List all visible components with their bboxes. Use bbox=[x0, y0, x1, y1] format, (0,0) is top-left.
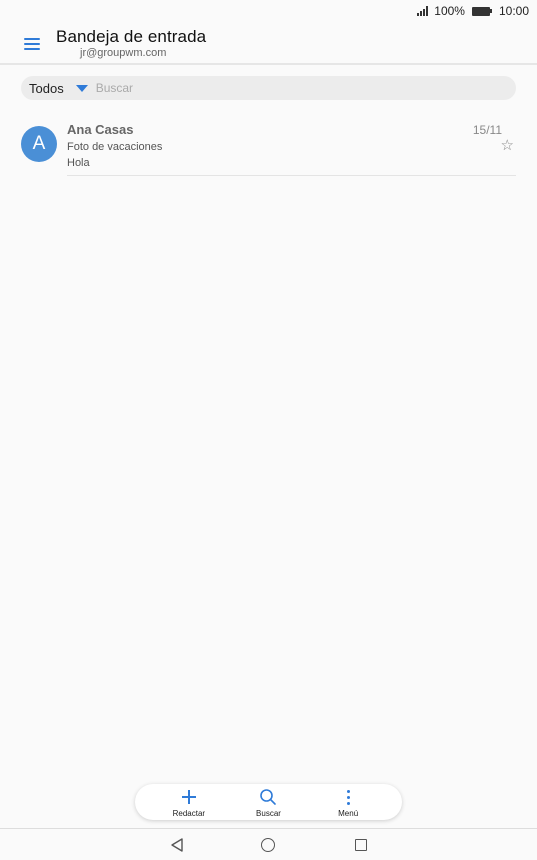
sender-name: Ana Casas bbox=[67, 122, 134, 137]
filter-label: Todos bbox=[29, 80, 64, 96]
back-icon[interactable] bbox=[170, 838, 184, 852]
search-button[interactable]: Buscar bbox=[236, 786, 300, 818]
star-outline-icon[interactable]: ☆ bbox=[501, 138, 514, 153]
avatar: A bbox=[21, 126, 57, 162]
caret-down-icon bbox=[75, 84, 88, 92]
app-header: Bandeja de entrada jr@groupwm.com bbox=[0, 24, 537, 64]
home-icon[interactable] bbox=[261, 838, 275, 852]
message-preview: Hola bbox=[67, 157, 90, 169]
more-vertical-icon bbox=[346, 789, 350, 805]
message-subject: Foto de vacaciones bbox=[67, 141, 163, 153]
search-input[interactable]: Buscar bbox=[96, 81, 133, 95]
search-label: Buscar bbox=[256, 809, 281, 818]
filter-search-bar: Todos Buscar bbox=[21, 76, 516, 100]
header-divider bbox=[0, 63, 537, 65]
status-bar: 100% 10:00 bbox=[0, 0, 537, 22]
battery-icon bbox=[471, 6, 492, 16]
menu-button[interactable]: Menú bbox=[316, 786, 380, 818]
compose-label: Redactar bbox=[172, 809, 206, 818]
recent-apps-icon[interactable] bbox=[355, 839, 367, 851]
folder-filter-dropdown[interactable]: Todos bbox=[29, 81, 88, 96]
system-nav-bar bbox=[0, 828, 537, 860]
search-icon bbox=[260, 789, 277, 805]
signal-icon bbox=[417, 6, 429, 16]
list-item[interactable]: A Ana Casas Foto de vacaciones Hola 15/1… bbox=[21, 116, 516, 176]
divider bbox=[67, 175, 516, 176]
message-date: 15/11 bbox=[472, 123, 502, 137]
menu-label: Menú bbox=[338, 809, 359, 818]
page-title: Bandeja de entrada bbox=[56, 27, 207, 46]
plus-icon bbox=[181, 790, 196, 804]
battery-percent: 100% bbox=[434, 4, 465, 18]
clock: 10:00 bbox=[498, 4, 529, 18]
account-email: jr@groupwm.com bbox=[80, 47, 167, 59]
compose-button[interactable]: Redactar bbox=[157, 786, 221, 818]
bottom-toolbar: Redactar Buscar Menú bbox=[135, 784, 402, 820]
hamburger-icon[interactable] bbox=[24, 38, 40, 50]
